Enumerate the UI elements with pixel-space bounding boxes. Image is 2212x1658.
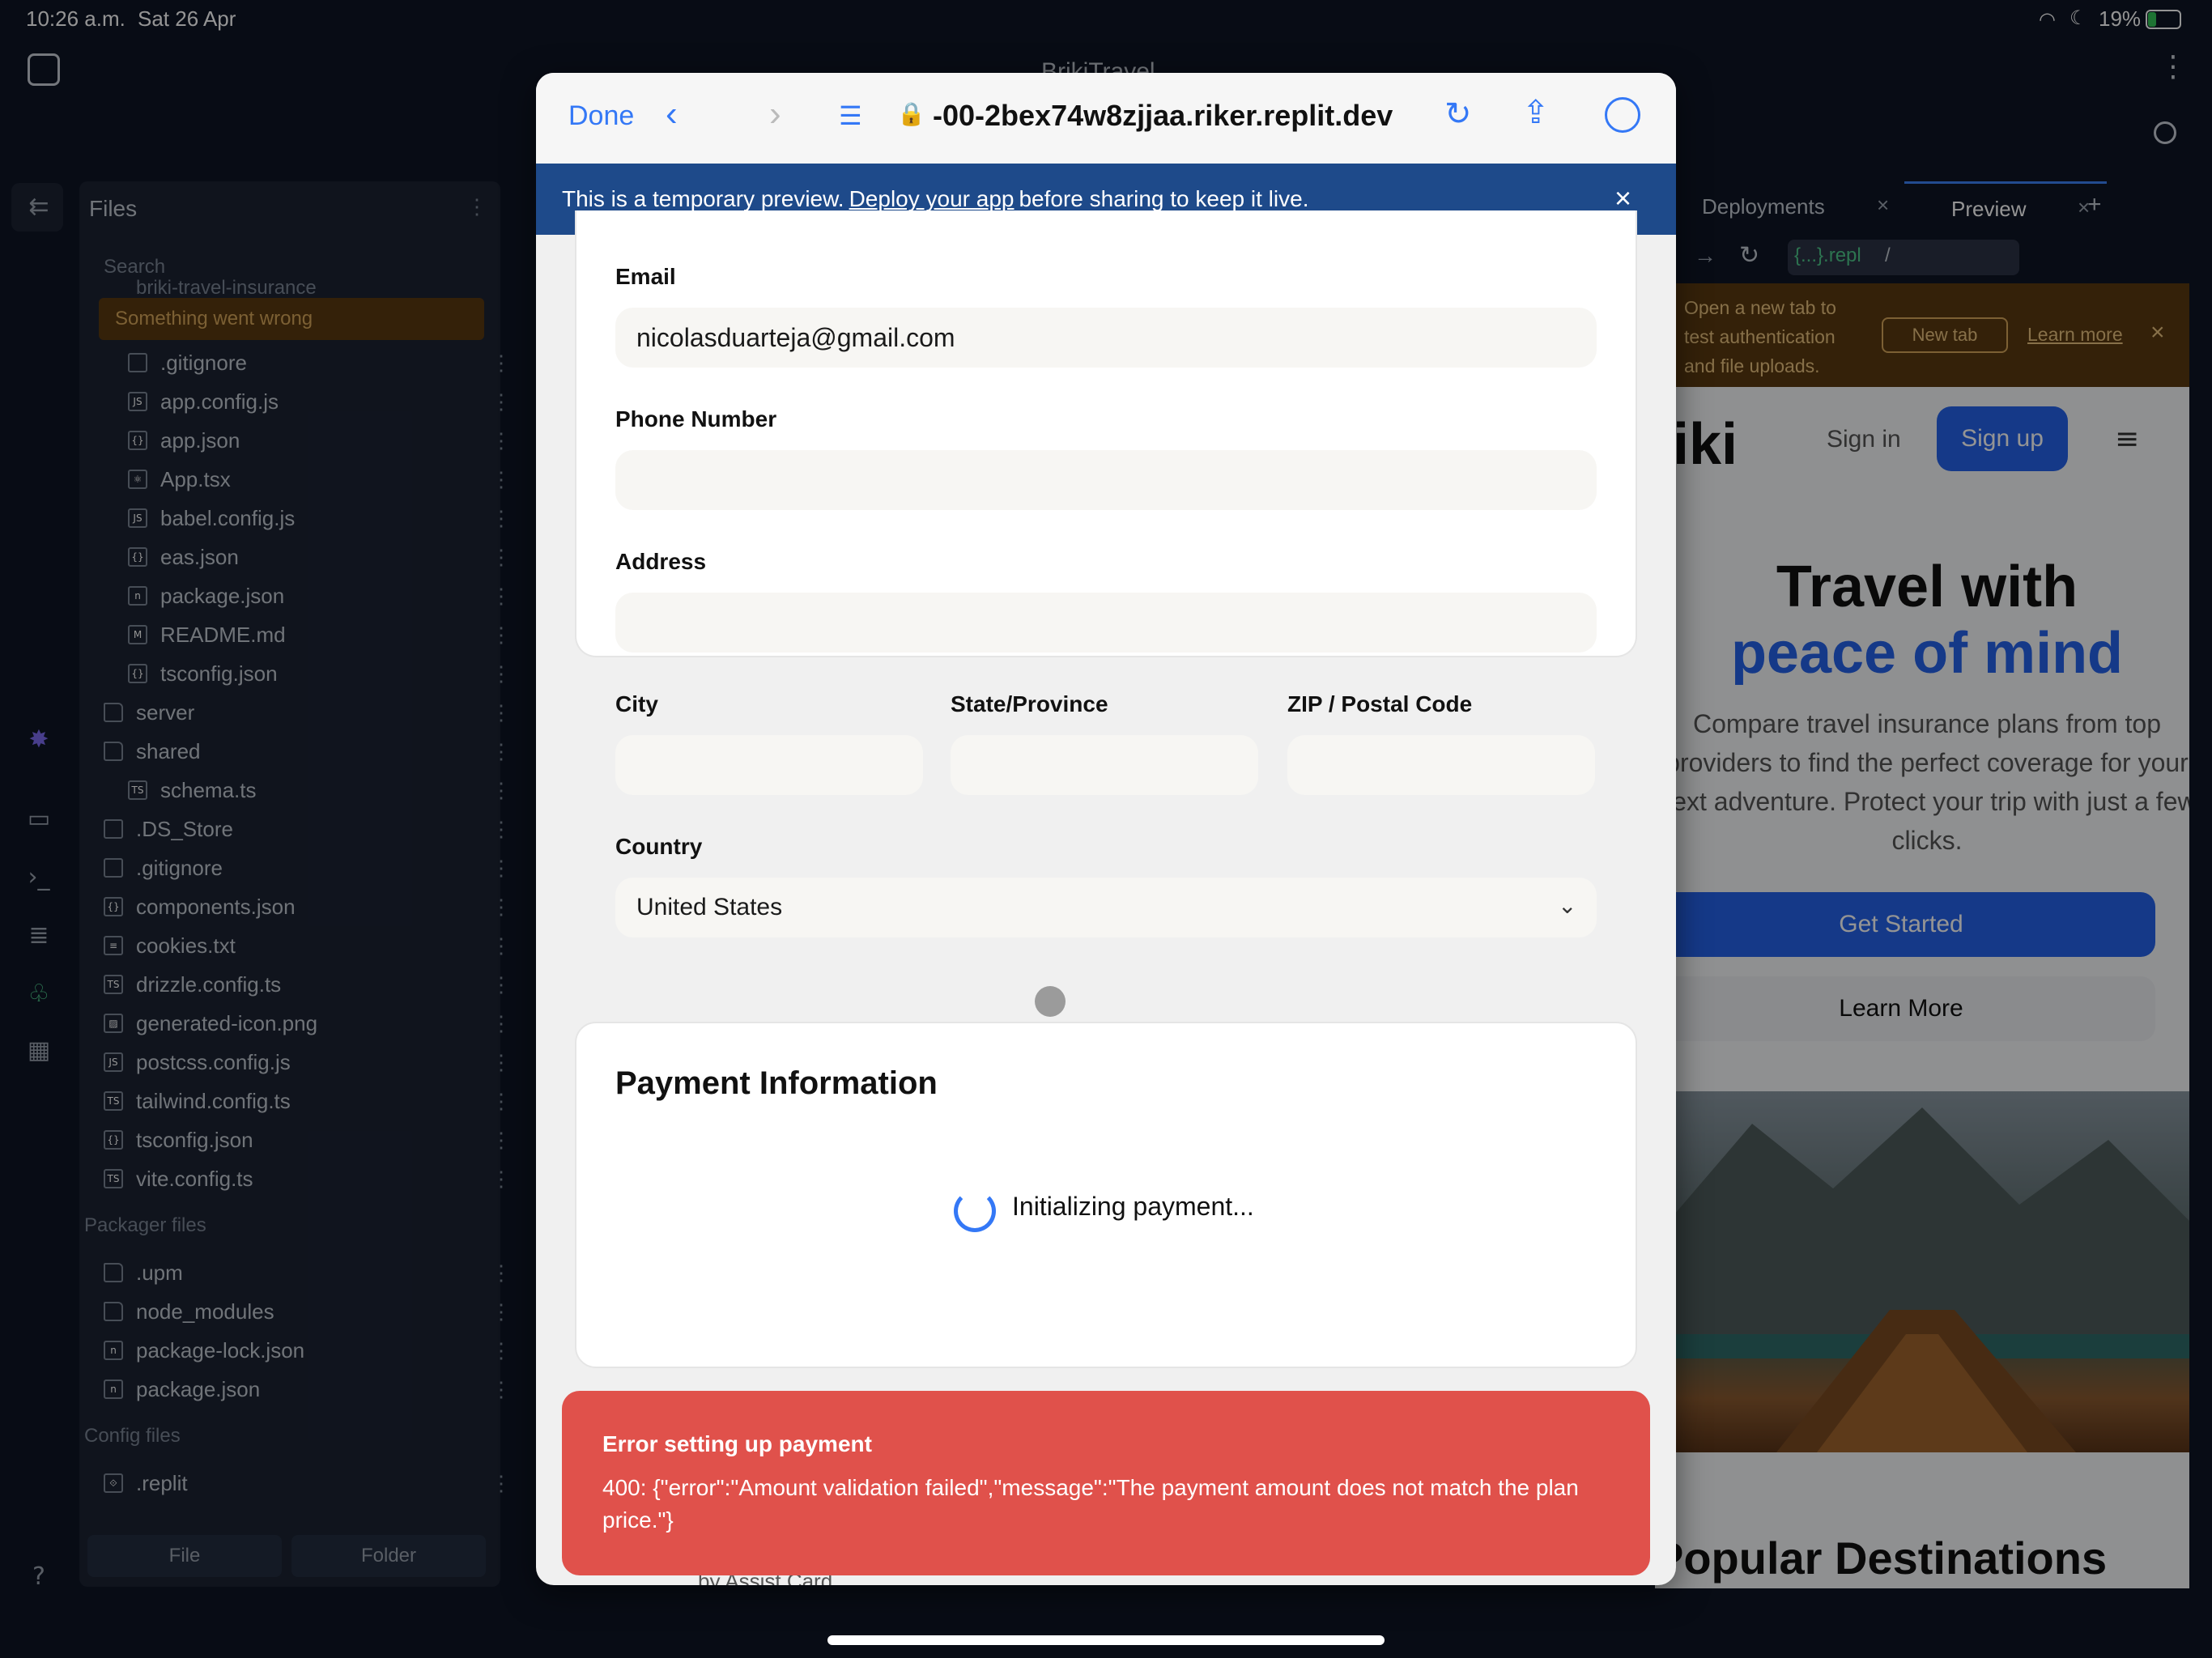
country-label: Country — [615, 834, 703, 859]
payment-title: Payment Information — [615, 1065, 938, 1101]
email-field[interactable]: nicolasduarteja@gmail.com — [615, 308, 1597, 368]
error-toast: Error setting up payment 400: {"error":"… — [562, 1391, 1650, 1575]
compass-icon[interactable] — [1605, 97, 1640, 133]
forward-icon[interactable]: › — [769, 94, 781, 134]
error-title: Error setting up payment — [602, 1431, 872, 1456]
ipad-screen: 10:26 a.m. Sat 26 Apr ◠ ☾ 19% BrikiTrave… — [0, 0, 2212, 1658]
safari-modal: Done ‹ › ☰ 🔒 -00-2bex74w8zjjaa.riker.rep… — [536, 73, 1676, 1585]
back-icon[interactable]: ‹ — [666, 94, 678, 134]
country-value: United States — [636, 894, 783, 920]
home-indicator[interactable] — [827, 1635, 1385, 1645]
state-label: State/Province — [951, 691, 1108, 716]
city-label: City — [615, 691, 658, 716]
loading-spinner-icon — [954, 1190, 996, 1232]
contact-form-card — [575, 210, 1637, 657]
safari-toolbar: Done ‹ › ☰ 🔒 -00-2bex74w8zjjaa.riker.rep… — [536, 73, 1676, 164]
payment-card: Payment Information Initializing payment… — [575, 1022, 1637, 1368]
phone-label: Phone Number — [615, 406, 777, 432]
deploy-link[interactable]: Deploy your app — [849, 186, 1015, 212]
chevron-down-icon: ⌄ — [1558, 893, 1577, 918]
scroll-indicator — [1035, 986, 1066, 1017]
payment-loading-text: Initializing payment... — [1012, 1192, 1254, 1221]
address-label: Address — [615, 549, 707, 574]
email-label: Email — [615, 264, 676, 289]
zip-field[interactable] — [1287, 735, 1595, 795]
lock-icon: 🔒 — [897, 100, 925, 127]
address-field[interactable] — [615, 593, 1597, 653]
url-text[interactable]: -00-2bex74w8zjjaa.riker.replit.dev — [933, 99, 1393, 133]
done-button[interactable]: Done — [568, 100, 634, 132]
banner-text-pre: This is a temporary preview. — [562, 186, 844, 211]
error-message: 400: {"error":"Amount validation failed"… — [602, 1475, 1579, 1533]
city-field[interactable] — [615, 735, 923, 795]
phone-field[interactable] — [615, 450, 1597, 510]
reload-icon[interactable]: ↻ — [1444, 96, 1472, 133]
state-field[interactable] — [951, 735, 1258, 795]
banner-text-post: before sharing to keep it live. — [1019, 186, 1309, 211]
zip-label: ZIP / Postal Code — [1287, 691, 1473, 716]
tabs-icon[interactable]: ☰ — [839, 100, 862, 131]
country-select[interactable]: United States ⌄ — [615, 878, 1597, 937]
share-icon[interactable]: ⇪ — [1522, 94, 1550, 131]
